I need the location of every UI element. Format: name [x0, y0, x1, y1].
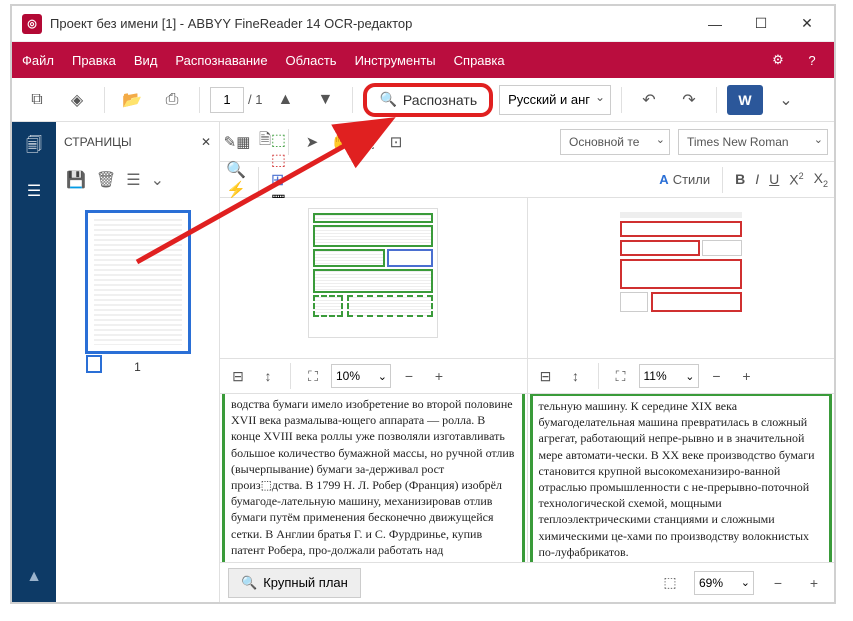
zoom-view-button[interactable]: 🔍 Крупный план: [228, 568, 361, 598]
recognized-badge-icon: [86, 355, 102, 373]
language-dropdown[interactable]: Русский и анг: [499, 85, 611, 115]
subscript-button[interactable]: X2: [814, 170, 828, 189]
redo-icon[interactable]: ↷: [672, 83, 706, 117]
fit2-icon[interactable]: ↕: [564, 364, 588, 388]
zoom-in3-icon[interactable]: +: [802, 571, 826, 595]
pointer-icon[interactable]: ➤: [301, 131, 323, 153]
fit-icon[interactable]: ↕: [256, 364, 280, 388]
image-pane: ⊟ ↕ ⛶ 10% − + водства бумаги имело изобр…: [220, 198, 528, 562]
page-input[interactable]: [210, 87, 244, 113]
read-icon[interactable]: 🔍: [226, 160, 246, 180]
layout2-icon[interactable]: ⊟: [534, 364, 558, 388]
bold-button[interactable]: B: [735, 171, 745, 187]
zoom-right-dropdown[interactable]: 11%: [639, 364, 699, 388]
help-icon[interactable]: ?: [800, 48, 824, 72]
expand-icon[interactable]: ⛶: [301, 364, 325, 388]
list-rail-icon[interactable]: ☰: [19, 176, 49, 206]
style-dropdown[interactable]: Основной те: [560, 129, 670, 155]
recognize-button[interactable]: 🔍 Распознать: [363, 83, 493, 117]
text-area-icon[interactable]: ⬚: [271, 130, 286, 150]
superscript-button[interactable]: X2: [789, 171, 803, 188]
page-down-icon[interactable]: ▼: [308, 83, 342, 117]
styles-button[interactable]: A Стили: [659, 172, 710, 187]
edit-image-icon[interactable]: ✎▦: [226, 131, 248, 153]
zoom-bottom-dropdown[interactable]: 69%: [694, 571, 754, 595]
props-icon[interactable]: ☰: [126, 170, 140, 190]
menu-view[interactable]: Вид: [134, 53, 158, 68]
menu-recognize[interactable]: Распознавание: [175, 53, 267, 68]
new-project-icon[interactable]: ⧉: [20, 83, 54, 117]
app-icon: ◎: [22, 14, 42, 34]
scan-icon[interactable]: ⎙: [155, 83, 189, 117]
page-up-icon[interactable]: ▲: [268, 83, 302, 117]
hand-icon[interactable]: ✋: [329, 131, 351, 153]
italic-button[interactable]: I: [755, 171, 759, 187]
zoom-in-icon[interactable]: +: [427, 364, 451, 388]
minimize-button[interactable]: —: [692, 9, 738, 39]
ocr-text-left[interactable]: водства бумаги имело изобретение во втор…: [222, 394, 525, 562]
menu-area[interactable]: Область: [286, 53, 337, 68]
expand2-icon[interactable]: ⛶: [609, 364, 633, 388]
zoom-in2-icon[interactable]: +: [735, 364, 759, 388]
pages-title: СТРАНИЦЫ: [64, 135, 132, 149]
titlebar: ◎ Проект без имени [1] - ABBYY FineReade…: [12, 6, 834, 42]
warning-icon[interactable]: ▲: [19, 562, 49, 592]
image-toolbar: ✎▦ 🗎 ➤ ✋ ⬚ ⊡ Основной те Times New Roman: [220, 122, 834, 162]
picture-area-icon[interactable]: ⬚: [271, 150, 286, 170]
page-thumbnail[interactable]: [85, 210, 191, 354]
select-icon[interactable]: ⬚: [658, 571, 682, 595]
menu-file[interactable]: Файл: [22, 53, 54, 68]
menu-tools[interactable]: Инструменты: [355, 53, 436, 68]
page-total: / 1: [248, 92, 262, 107]
zoom-left-dropdown[interactable]: 10%: [331, 364, 391, 388]
pages-rail-icon[interactable]: 🗐: [19, 132, 49, 162]
pages-menu-icon[interactable]: ⌄: [151, 170, 164, 190]
delete-icon[interactable]: 🗑: [96, 170, 116, 190]
thumb-label: 1: [56, 360, 219, 374]
text-pane: ⊟ ↕ ⛶ 11% − + тельную машину. К середине…: [528, 198, 835, 562]
add-page-icon[interactable]: ◈: [60, 83, 94, 117]
analyze-icon[interactable]: ⚡: [226, 180, 246, 200]
export-dropdown-icon[interactable]: ⌄: [769, 83, 803, 117]
select-area-icon[interactable]: ⬚: [357, 131, 379, 153]
image-preview[interactable]: [308, 208, 438, 338]
menubar: Файл Правка Вид Распознавание Область Ин…: [12, 42, 834, 78]
close-panel-icon[interactable]: ✕: [201, 135, 211, 149]
recognize-label: Распознать: [403, 92, 477, 108]
left-rail: 🗐 ☰ ▲: [12, 122, 56, 602]
underline-button[interactable]: U: [769, 171, 779, 187]
area-toolbar: 🔍 ⚡ ⬚ ⬚ ⊞ ▦ ⬚ A Стили B: [220, 162, 834, 198]
window-title: Проект без имени [1] - ABBYY FineReader …: [50, 16, 692, 31]
menu-help[interactable]: Справка: [454, 53, 505, 68]
maximize-button[interactable]: ☐: [738, 9, 784, 39]
crop-icon[interactable]: ⊡: [385, 131, 407, 153]
export-word-button[interactable]: W: [727, 85, 763, 115]
font-dropdown[interactable]: Times New Roman: [678, 129, 828, 155]
ocr-text-right[interactable]: тельную машину. К середине XIX века бума…: [530, 394, 833, 562]
zoom-plus-icon: 🔍: [241, 575, 257, 591]
close-button[interactable]: ✕: [784, 9, 830, 39]
zoom-out3-icon[interactable]: −: [766, 571, 790, 595]
save-icon[interactable]: 💾: [66, 170, 86, 190]
undo-icon[interactable]: ↶: [632, 83, 666, 117]
main-toolbar: ⧉ ◈ 📂 ⎙ / 1 ▲ ▼ 🔍 Распознать Русский и а…: [12, 78, 834, 122]
bottom-bar: 🔍 Крупный план ⬚ 69% − +: [220, 562, 834, 602]
text-preview[interactable]: [616, 208, 746, 338]
table-area-icon[interactable]: ⊞: [271, 170, 286, 190]
open-icon[interactable]: 📂: [115, 83, 149, 117]
layout-icon[interactable]: ⊟: [226, 364, 250, 388]
zoom-out2-icon[interactable]: −: [705, 364, 729, 388]
gear-icon[interactable]: ⚙: [766, 48, 790, 72]
magnifier-icon: 🔍: [379, 91, 396, 108]
menu-edit[interactable]: Правка: [72, 53, 116, 68]
zoom-out-icon[interactable]: −: [397, 364, 421, 388]
pages-panel: СТРАНИЦЫ ✕ 💾 🗑 ☰ ⌄ 1: [56, 122, 220, 602]
